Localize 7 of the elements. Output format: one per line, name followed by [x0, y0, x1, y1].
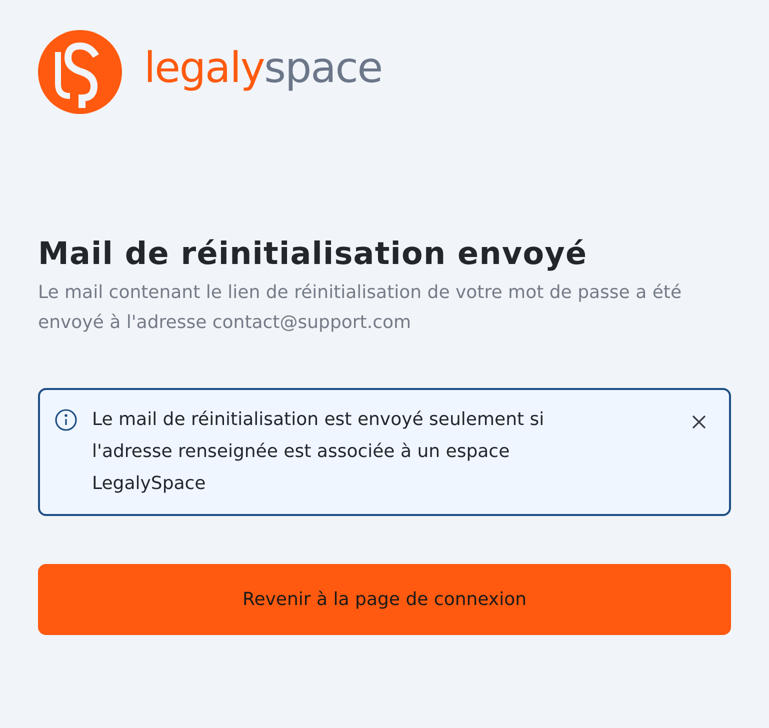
description-text: Le mail contenant le lien de réinitialisation de votre mot de passe a été envoyé à l'adresse contact@support.com	[38, 280, 683, 335]
alert-message: Le mail de réinitialisation est envoyé seulement si l'adresse renseignée est associée à un espace LegalySpace	[92, 408, 546, 496]
logo-icon	[38, 30, 122, 114]
logo-wordmark: legalyspace	[144, 47, 382, 89]
back-to-login-button[interactable]: Revenir à la page de connexion	[38, 564, 731, 635]
info-icon	[54, 408, 78, 432]
page-heading: Mail de réinitialisation envoyé	[38, 235, 588, 274]
